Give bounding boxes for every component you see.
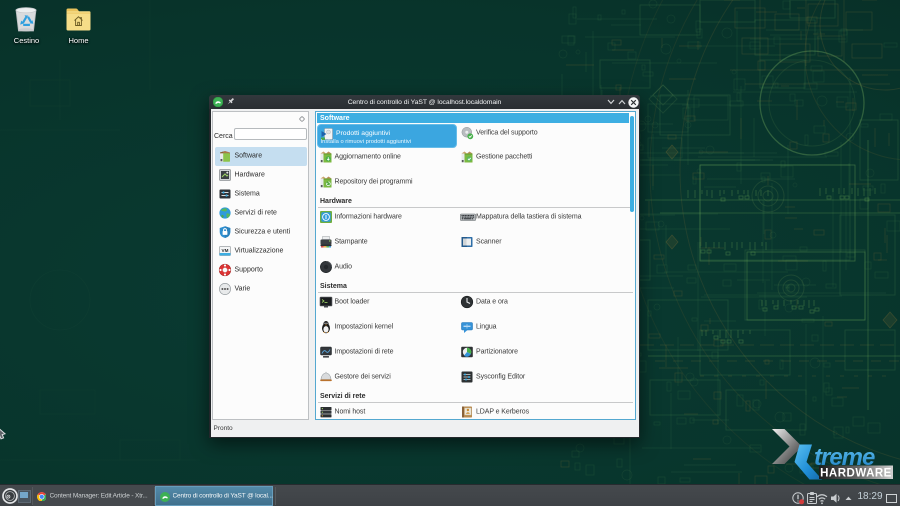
svg-text:VM: VM bbox=[221, 248, 228, 253]
svg-text:HARDWARE: HARDWARE bbox=[820, 468, 892, 480]
